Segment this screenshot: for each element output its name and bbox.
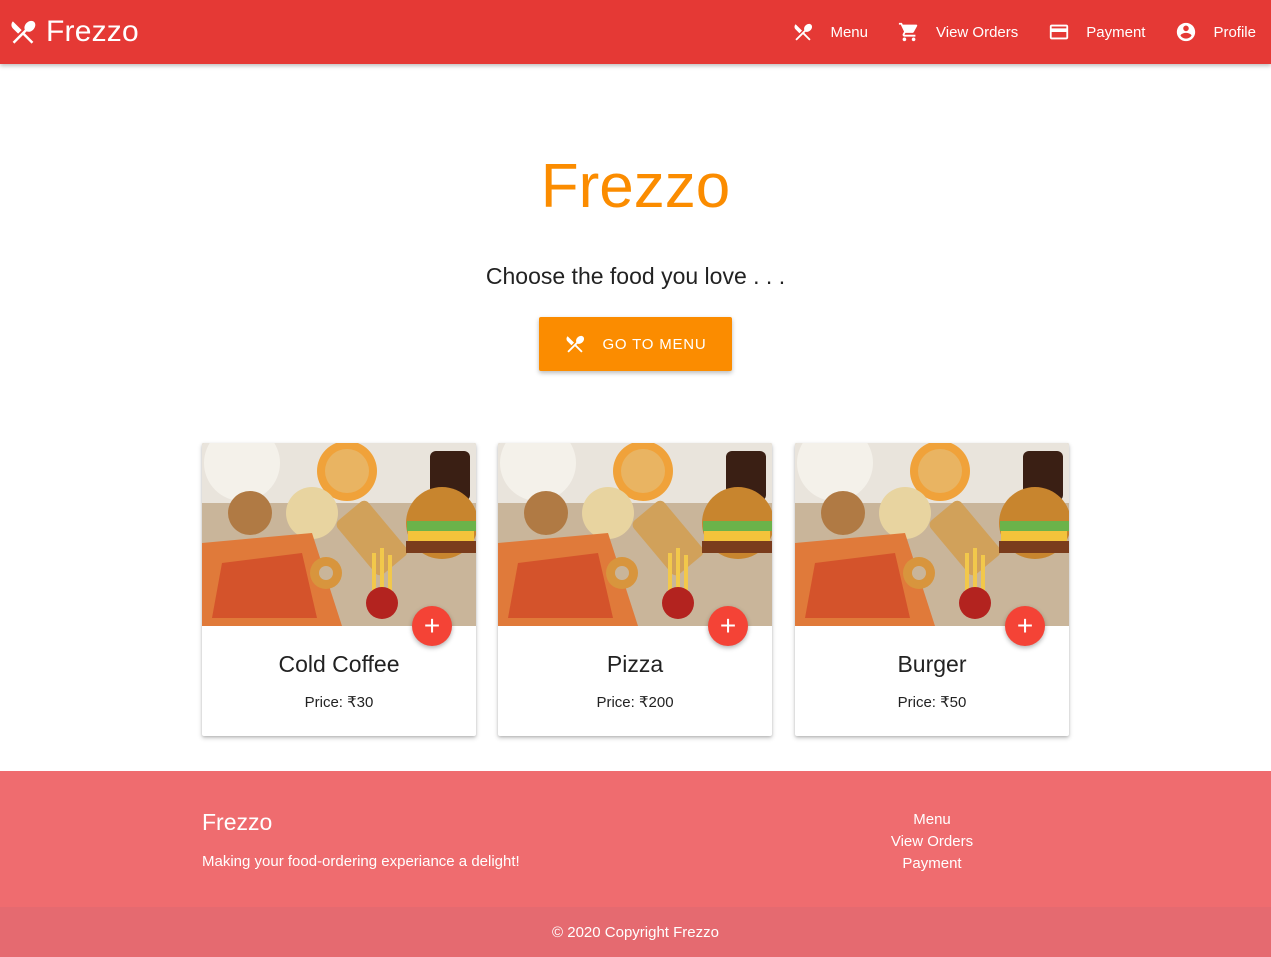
footer-links: Menu View Orders Payment	[862, 809, 1002, 875]
card-title: Cold Coffee	[278, 651, 400, 677]
footer-link-view-orders[interactable]: View Orders	[862, 831, 1002, 853]
hero-subtitle: Choose the food you love . . .	[485, 263, 786, 289]
food-image	[202, 443, 476, 626]
copyright-bar: © 2020 Copyright Frezzo	[0, 907, 1271, 957]
nav-link-payment[interactable]: Payment	[1033, 0, 1160, 64]
navbar: Frezzo Menu View Orders Payment Profile	[0, 0, 1271, 64]
nav-link-profile[interactable]: Profile	[1160, 0, 1271, 64]
food-image	[498, 443, 772, 626]
plus-icon: +	[423, 610, 441, 641]
nav-link-label: Menu	[830, 23, 868, 41]
nav-link-label: Payment	[1086, 23, 1146, 41]
card-price: Price: ₹200	[596, 694, 674, 711]
card-price: Price: ₹30	[304, 694, 374, 711]
nav-links: Menu View Orders Payment Profile	[777, 0, 1271, 64]
fork-knife-icon	[794, 23, 813, 41]
cart-icon	[898, 22, 918, 42]
plus-icon: +	[1016, 610, 1034, 641]
add-to-cart-button[interactable]: +	[1005, 606, 1045, 646]
footer: Frezzo Making your food-ordering experia…	[0, 771, 1271, 907]
add-to-cart-button[interactable]: +	[412, 606, 452, 646]
credit-card-icon	[1050, 24, 1069, 40]
nav-link-menu[interactable]: Menu	[777, 0, 883, 64]
card-title: Burger	[897, 651, 967, 677]
food-image	[795, 443, 1069, 626]
plus-icon: +	[719, 610, 737, 641]
copyright-text: © 2020 Copyright Frezzo	[552, 923, 719, 941]
food-card-cold-coffee: + Cold Coffee Price: ₹30	[202, 443, 476, 736]
nav-link-label: Profile	[1213, 23, 1256, 41]
go-to-menu-label: GO TO MENU	[602, 335, 707, 353]
footer-brand: Frezzo	[202, 809, 273, 835]
account-circle-icon	[1177, 22, 1196, 42]
add-to-cart-button[interactable]: +	[708, 606, 748, 646]
brand-link[interactable]: Frezzo	[8, 0, 139, 64]
nav-link-label: View Orders	[936, 23, 1019, 41]
footer-link-payment[interactable]: Payment	[862, 853, 1002, 875]
hero-title: Frezzo	[540, 152, 731, 221]
card-title: Pizza	[606, 651, 664, 677]
card-price: Price: ₹50	[897, 694, 967, 711]
food-card-pizza: + Pizza Price: ₹200	[498, 443, 772, 736]
go-to-menu-button[interactable]: GO TO MENU	[539, 317, 732, 371]
nav-link-view-orders[interactable]: View Orders	[883, 0, 1033, 64]
fork-knife-icon	[566, 335, 585, 353]
fork-knife-icon	[11, 20, 36, 44]
food-card-burger: + Burger Price: ₹50	[795, 443, 1069, 736]
footer-tagline: Making your food-ordering experiance a d…	[202, 853, 520, 870]
footer-link-menu[interactable]: Menu	[862, 809, 1002, 831]
brand-name: Frezzo	[46, 15, 139, 48]
